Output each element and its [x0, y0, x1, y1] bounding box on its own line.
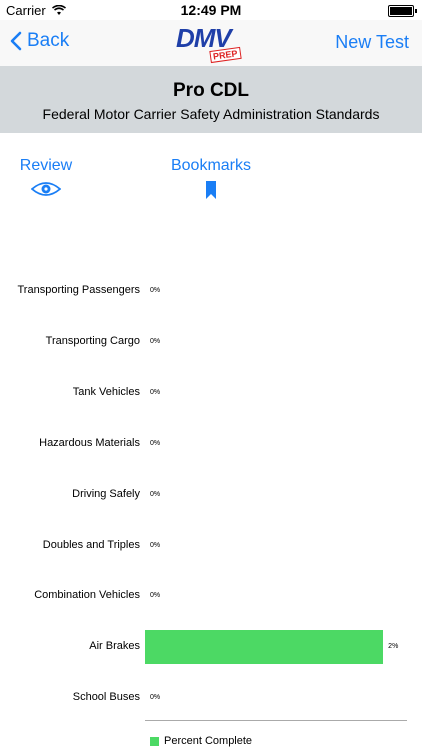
- value-label: 0%: [150, 694, 161, 702]
- page-title: Pro CDL: [173, 80, 249, 101]
- value-label: 0%: [150, 287, 161, 294]
- new-test-button[interactable]: New Test: [335, 32, 409, 53]
- back-label: Back: [27, 30, 70, 51]
- bookmark-icon: [206, 181, 216, 199]
- category-label: Hazardous Materials: [39, 436, 140, 449]
- battery-icon: [388, 5, 417, 17]
- app-logo: DMV PREP: [176, 23, 248, 64]
- eye-icon: [31, 182, 61, 196]
- page-subtitle: Federal Motor Carrier Safety Administrat…: [42, 106, 380, 122]
- review-label: Review: [19, 157, 73, 174]
- chart-row: Doubles and Triples 0%: [0, 529, 422, 563]
- bookmarks-tab[interactable]: Bookmarks: [168, 157, 254, 199]
- value-label: 0%: [150, 439, 161, 447]
- value-label: 0%: [150, 541, 161, 549]
- category-label: School Buses: [72, 691, 140, 704]
- chart-row: Transporting Passengers 0%: [0, 274, 422, 308]
- bookmarks-label: Bookmarks: [170, 157, 252, 174]
- chart-row: Transporting Cargo 0%: [0, 325, 422, 359]
- value-label: 2%: [388, 643, 399, 651]
- category-label: Transporting Cargo: [45, 334, 140, 347]
- legend-label: Percent Complete: [164, 735, 253, 747]
- chevron-left-icon: [10, 31, 22, 51]
- test-header: Pro CDL Federal Motor Carrier Safety Adm…: [0, 66, 422, 133]
- chart-row: Combination Vehicles 0%: [0, 579, 422, 613]
- value-label: 0%: [150, 388, 161, 396]
- chart-legend: Percent Complete: [150, 735, 252, 747]
- navigation-bar: Back DMV PREP New Test: [0, 20, 422, 66]
- chart-axis: [145, 720, 407, 721]
- chart-row: Hazardous Materials 0%: [0, 427, 422, 461]
- category-label: Transporting Passengers: [17, 284, 141, 296]
- review-tab[interactable]: Review: [16, 157, 76, 197]
- chart-row: Air Brakes 2%: [0, 630, 422, 665]
- value-label: 0%: [150, 490, 161, 498]
- value-label: 0%: [150, 592, 161, 600]
- back-button[interactable]: Back: [10, 30, 69, 52]
- value-label: 0%: [150, 337, 161, 345]
- category-label: Tank Vehicles: [72, 385, 140, 398]
- status-bar: Carrier 12:49 PM: [0, 0, 422, 20]
- legend-swatch: [150, 736, 159, 746]
- category-label: Doubles and Triples: [42, 538, 140, 551]
- category-label: Driving Safely: [72, 487, 140, 500]
- chart-row: School Buses 0%: [0, 681, 422, 715]
- chart-bar: [145, 630, 384, 665]
- category-label: Combination Vehicles: [34, 589, 140, 602]
- chart-row: Tank Vehicles 0%: [0, 376, 422, 410]
- chart-row: Driving Safely 0%: [0, 478, 422, 512]
- category-label: Air Brakes: [89, 640, 140, 653]
- clock: 12:49 PM: [180, 2, 242, 18]
- progress-chart: Percent Complete Transporting Passengers…: [0, 270, 422, 750]
